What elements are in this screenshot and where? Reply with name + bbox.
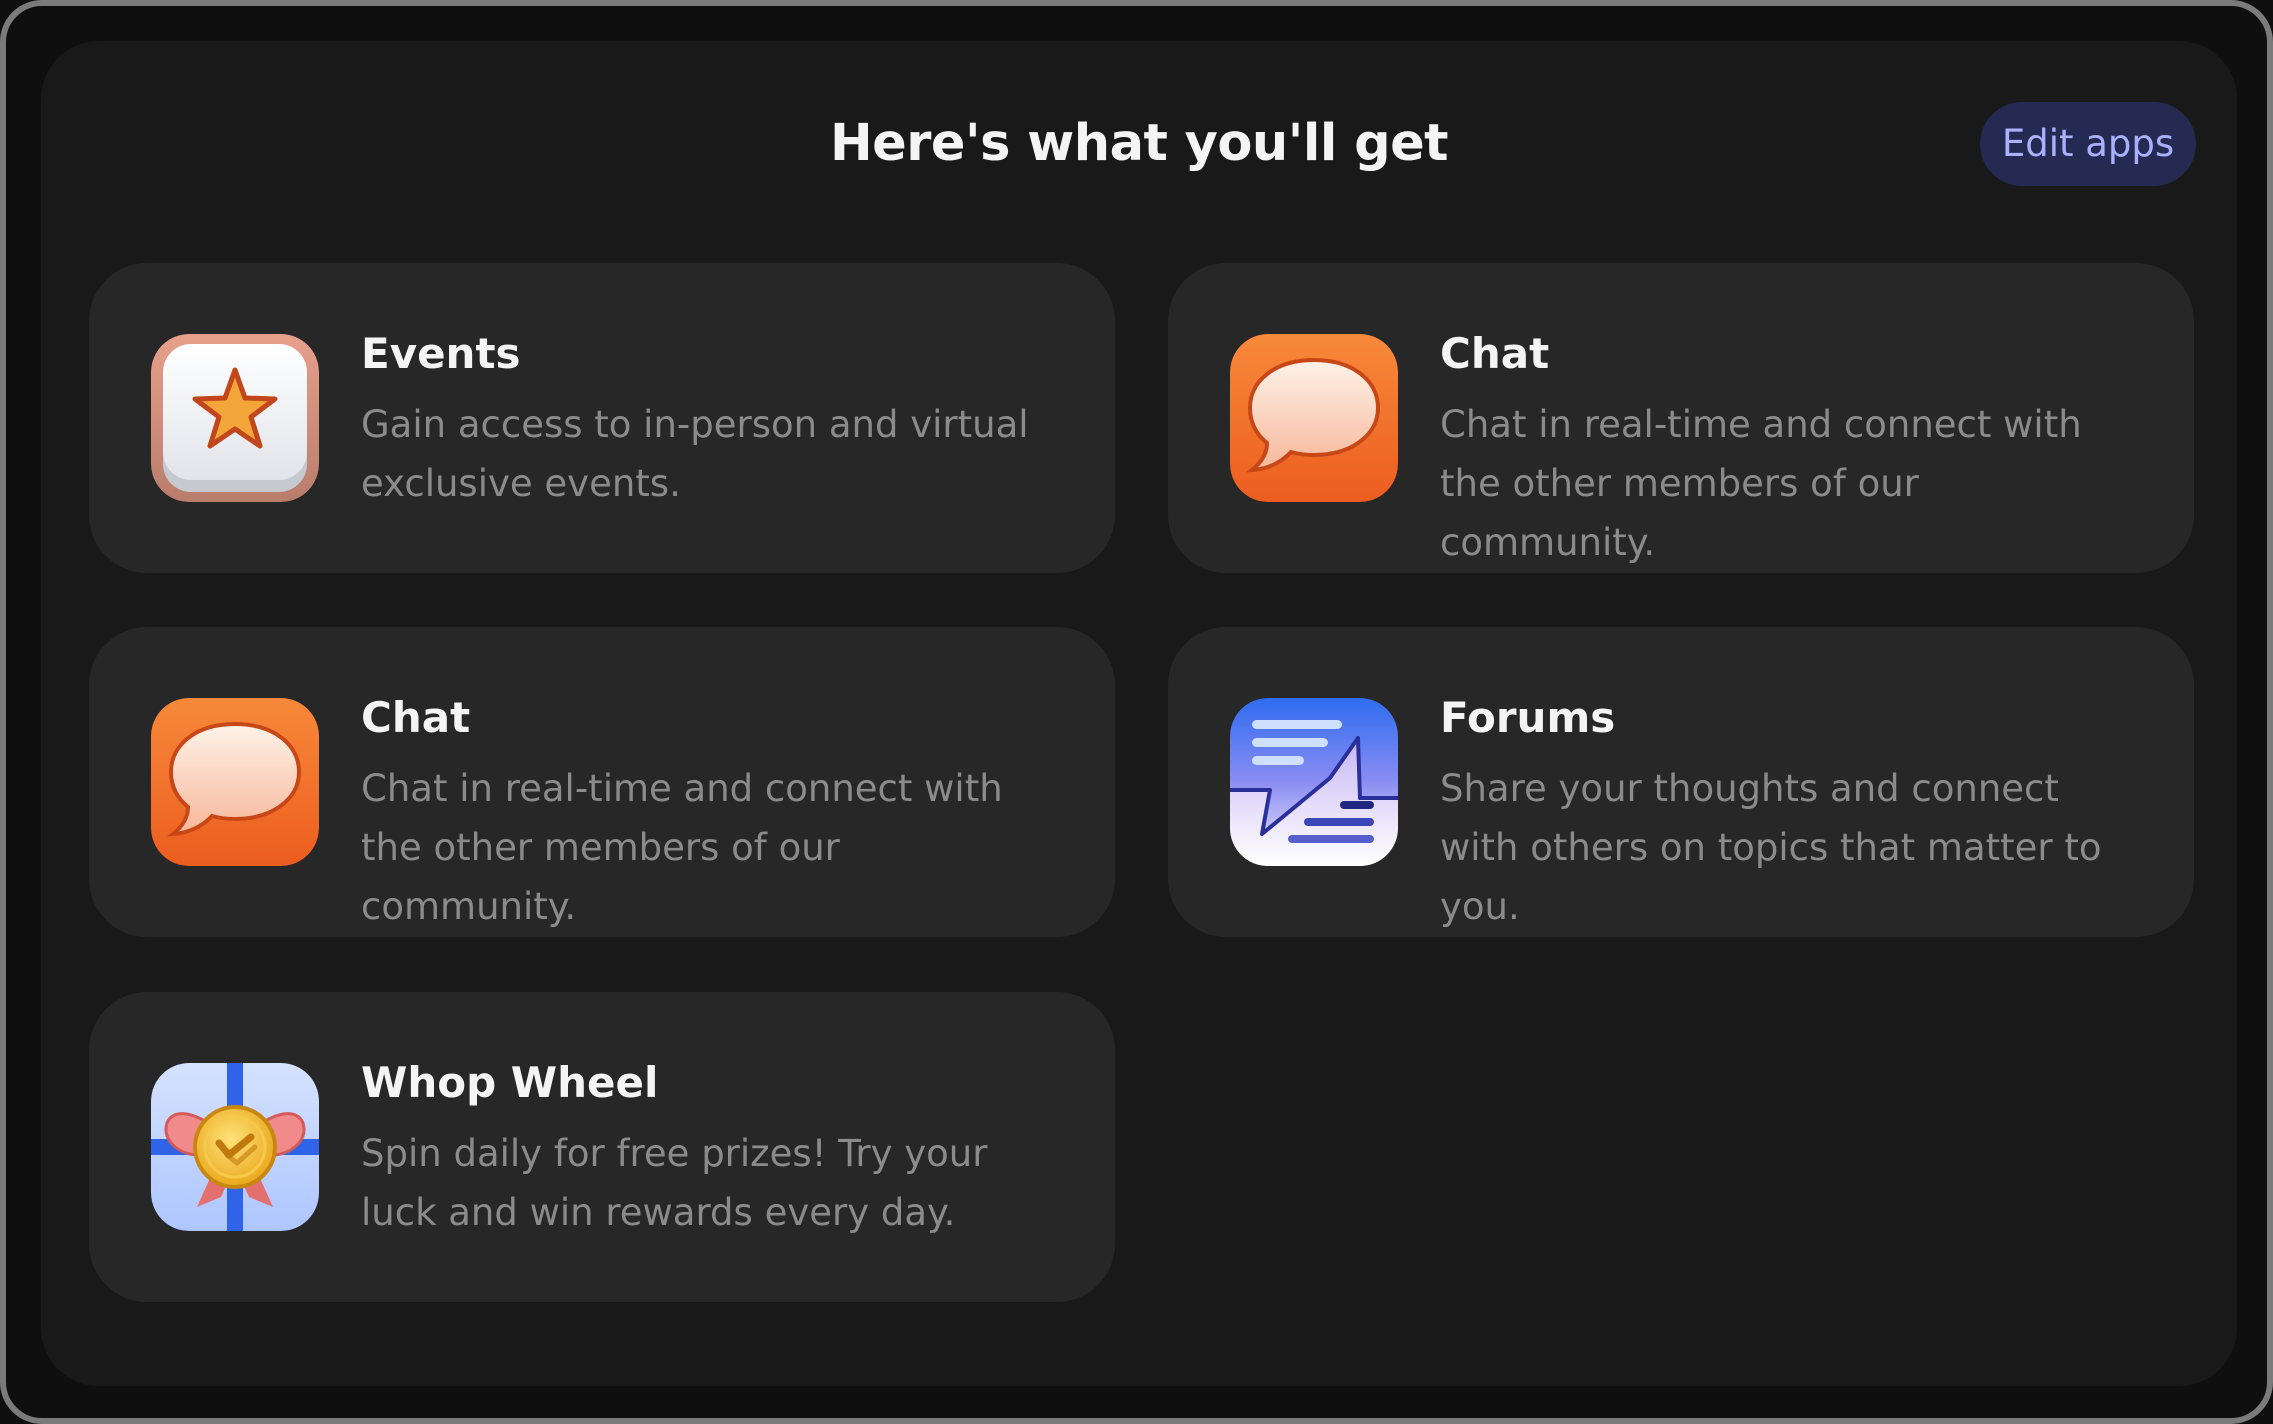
- app-card-forums[interactable]: Forums Share your thoughts and connect w…: [1168, 627, 2194, 937]
- window-frame: Here's what you'll get Edit apps Events …: [0, 0, 2273, 1424]
- star-icon: [151, 334, 319, 502]
- app-name: Chat: [361, 693, 471, 742]
- app-name: Events: [361, 329, 521, 378]
- app-name: Chat: [1440, 329, 1550, 378]
- forum-document-icon: [1230, 698, 1398, 866]
- app-card-chat[interactable]: Chat Chat in real-time and connect with …: [89, 627, 1115, 937]
- app-card-chat[interactable]: Chat Chat in real-time and connect with …: [1168, 263, 2194, 573]
- app-card-whop-wheel[interactable]: Whop Wheel Spin daily for free prizes! T…: [89, 992, 1115, 1302]
- app-name: Forums: [1440, 693, 1616, 742]
- app-description: Spin daily for free prizes! Try your luc…: [361, 1132, 988, 1234]
- app-description: Chat in real-time and connect with the o…: [361, 767, 1003, 928]
- gift-medal-icon: [151, 1063, 319, 1231]
- page-title: Here's what you'll get: [829, 114, 1449, 173]
- app-description: Share your thoughts and connect with oth…: [1440, 767, 2102, 928]
- app-card-events[interactable]: Events Gain access to in-person and virt…: [89, 263, 1115, 573]
- edit-apps-button[interactable]: Edit apps: [1980, 102, 2196, 186]
- app-name: Whop Wheel: [361, 1058, 659, 1107]
- app-description: Gain access to in-person and virtual exc…: [361, 403, 1029, 505]
- apps-panel: Here's what you'll get Edit apps Events …: [41, 41, 2237, 1386]
- chat-bubble-icon: [1230, 334, 1398, 502]
- chat-bubble-icon: [151, 698, 319, 866]
- app-description: Chat in real-time and connect with the o…: [1440, 403, 2082, 564]
